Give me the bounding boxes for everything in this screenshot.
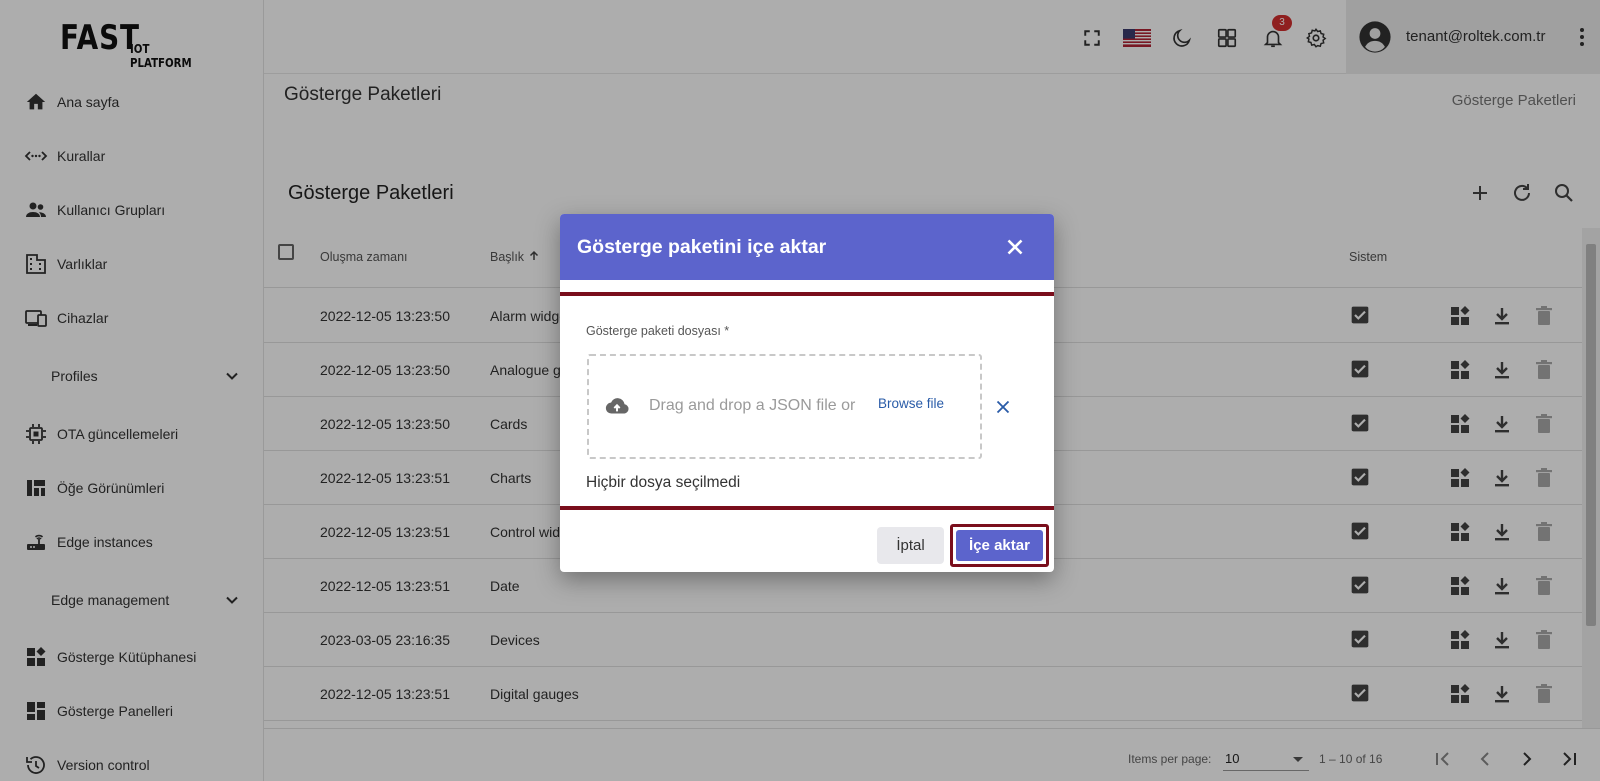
dialog-header: Gösterge paketini içe aktar <box>560 214 1054 280</box>
file-field-label: Gösterge paketi dosyası * <box>586 324 730 338</box>
close-icon[interactable] <box>1002 234 1028 260</box>
browse-file-link[interactable]: Browse file <box>878 396 944 411</box>
import-dialog: Gösterge paketini içe aktar Gösterge pak… <box>560 214 1054 572</box>
cancel-button[interactable]: İptal <box>877 527 944 564</box>
import-button[interactable]: İçe aktar <box>956 530 1043 561</box>
cloud-upload-icon <box>603 394 631 420</box>
file-drop-zone[interactable]: Drag and drop a JSON file or Browse file <box>587 354 982 459</box>
import-button-highlight: İçe aktar <box>950 524 1049 567</box>
clear-file-icon[interactable] <box>992 396 1014 418</box>
dialog-title: Gösterge paketini içe aktar <box>577 236 827 258</box>
dialog-body: Gösterge paketi dosyası * Drag and drop … <box>560 292 1054 510</box>
drop-hint-text: Drag and drop a JSON file or <box>649 397 856 414</box>
no-file-selected-text: Hiçbir dosya seçilmedi <box>586 474 741 491</box>
